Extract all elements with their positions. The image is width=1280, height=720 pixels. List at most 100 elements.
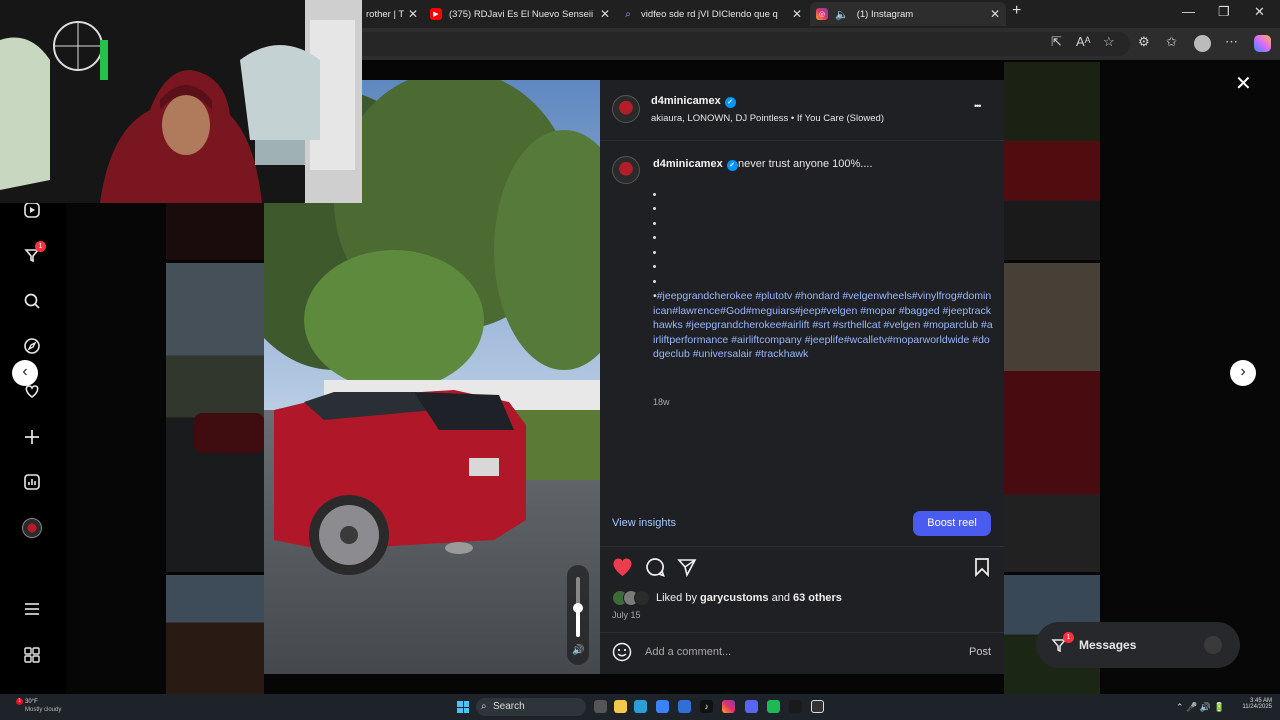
dashboard-icon[interactable]	[20, 470, 44, 494]
more-options-icon[interactable]: •••	[974, 101, 982, 111]
caption-bullet	[653, 236, 656, 239]
search-icon[interactable]	[20, 289, 44, 313]
caption-bullet	[653, 280, 656, 283]
close-icon[interactable]: ✕	[792, 7, 802, 21]
post-age[interactable]: 18w	[653, 397, 670, 407]
previous-post-button[interactable]: ‹	[12, 360, 38, 386]
volume-slider[interactable]: 🔊	[567, 565, 589, 665]
tab-instagram[interactable]: ◎ 🔈 (1) Instagram ✕	[810, 2, 1006, 26]
maximize-button[interactable]: ❐	[1218, 4, 1230, 20]
open-in-app-icon[interactable]: ⇱	[1051, 34, 1062, 50]
minimize-button[interactable]: —	[1182, 4, 1195, 19]
copilot-icon[interactable]	[1254, 35, 1271, 52]
author-username[interactable]: d4minicamex ✓	[651, 95, 736, 108]
share-icon[interactable]	[677, 557, 697, 582]
messages-badge: 1	[1063, 632, 1074, 643]
post-comment-button[interactable]: Post	[969, 646, 991, 658]
tab-title: vidfeo sde rd jVI DIClendo que q	[641, 8, 778, 20]
caption-username[interactable]: d4minicamex ✓	[653, 158, 738, 171]
liked-by-user[interactable]: garycustoms	[700, 592, 768, 604]
close-icon[interactable]: ✕	[1235, 71, 1252, 96]
spotify-icon[interactable]	[767, 700, 780, 713]
weather-temp: 30°F	[25, 699, 38, 705]
instagram-icon: ◎	[816, 8, 828, 20]
weather-desc: Mostly cloudy	[25, 707, 62, 713]
caption-avatar[interactable]	[612, 156, 640, 184]
view-insights-link[interactable]: View insights	[612, 517, 676, 529]
edge-icon[interactable]	[634, 700, 647, 713]
profile-avatar[interactable]	[20, 516, 44, 540]
messages-label: Messages	[1079, 638, 1137, 652]
username-text[interactable]: d4minicamex	[651, 95, 721, 107]
xbox-icon[interactable]	[789, 700, 802, 713]
clock[interactable]: 3:45 AM 11/24/2025	[1236, 698, 1272, 710]
taskbar-search[interactable]: ⌕ Search	[476, 698, 586, 716]
liked-by-others[interactable]: 63 others	[793, 592, 842, 604]
speaker-icon[interactable]: 🔈	[835, 8, 849, 21]
comment-input[interactable]: Add a comment...	[645, 646, 731, 658]
messages-button[interactable]: 1 Messages	[1036, 622, 1240, 668]
system-tray[interactable]: ⌃ 🎤 🔊 🔋	[1176, 702, 1225, 713]
store-icon[interactable]	[656, 700, 669, 713]
menu-icon[interactable]	[20, 597, 44, 621]
close-icon[interactable]: ✕	[408, 7, 418, 21]
username-text[interactable]: d4minicamex	[653, 158, 723, 170]
explore-icon[interactable]	[20, 334, 44, 358]
liked-by-prefix: Liked by	[656, 592, 697, 604]
verified-icon: ✓	[726, 160, 738, 171]
caption-bullet	[653, 251, 656, 254]
create-icon[interactable]	[20, 425, 44, 449]
tab-title: rother | T	[366, 8, 405, 20]
comment-icon[interactable]	[645, 557, 665, 582]
hashtags-text[interactable]: #jeepgrandcherokee #plutotv #hondard #ve…	[653, 290, 993, 360]
file-explorer-icon[interactable]	[614, 700, 627, 713]
like-icon[interactable]	[612, 557, 633, 582]
close-icon[interactable]: ✕	[600, 7, 610, 21]
caption-text: never trust anyone 100%....	[738, 158, 873, 170]
read-aloud-icon[interactable]: Aᴬ	[1076, 34, 1091, 49]
webcam-overlay	[0, 0, 362, 203]
close-window-button[interactable]: ✕	[1254, 4, 1265, 20]
address-bar[interactable]	[350, 32, 1130, 56]
favorites-icon[interactable]: ✩	[1166, 34, 1177, 50]
divider	[600, 546, 1004, 547]
author-avatar[interactable]	[612, 95, 640, 123]
more-apps-icon[interactable]	[20, 643, 44, 667]
mail-icon[interactable]	[678, 700, 691, 713]
clock-date: 11/24/2025	[1242, 704, 1272, 710]
youtube-icon: ▶	[430, 8, 442, 20]
tab-search[interactable]: ⌕ vidfeo sde rd jVI DIClendo que q ✕	[616, 2, 808, 26]
favorite-star-icon[interactable]: ☆	[1103, 34, 1115, 50]
verified-icon: ✓	[724, 97, 736, 108]
caption-bullet	[653, 265, 656, 268]
emoji-icon[interactable]	[612, 642, 632, 667]
notification-badge: 1	[35, 241, 46, 252]
instagram-app-icon[interactable]	[722, 700, 735, 713]
profile-icon[interactable]	[1194, 35, 1211, 52]
boost-reel-button[interactable]: Boost reel	[913, 511, 991, 536]
post-date[interactable]: July 15	[612, 610, 641, 620]
close-icon[interactable]: ✕	[990, 7, 1000, 21]
audio-track[interactable]: akiaura, LONOWN, DJ Pointless • If You C…	[651, 113, 884, 124]
tab-title: (1) Instagram	[856, 8, 914, 20]
start-icon[interactable]	[457, 701, 469, 713]
tab-youtube[interactable]: ▶ (375) RDJavi Es El Nuevo Senseii ✕	[424, 2, 616, 26]
discord-icon[interactable]	[745, 700, 758, 713]
save-bookmark-icon[interactable]	[973, 557, 991, 582]
search-icon: ⌕	[481, 701, 487, 712]
extensions-icon[interactable]: ⚙	[1138, 34, 1150, 50]
obs-icon[interactable]	[811, 700, 824, 713]
liked-by-and: and	[771, 592, 790, 604]
task-view-icon[interactable]	[594, 700, 607, 713]
liked-by-avatars[interactable]	[612, 590, 654, 606]
more-icon[interactable]: ⋯	[1225, 34, 1238, 50]
weather-badge: 1	[16, 698, 23, 705]
volume-icon[interactable]: 🔊	[572, 645, 584, 656]
new-tab-button[interactable]: +	[1012, 2, 1021, 20]
caption-bullet	[653, 193, 656, 196]
caption-bullet	[653, 222, 656, 225]
tiktok-icon[interactable]: ♪	[700, 700, 713, 713]
caption-bullet	[653, 207, 656, 210]
caption-hashtags[interactable]: •#jeepgrandcherokee #plutotv #hondard #v…	[653, 289, 993, 362]
next-post-button[interactable]: ›	[1230, 360, 1256, 386]
